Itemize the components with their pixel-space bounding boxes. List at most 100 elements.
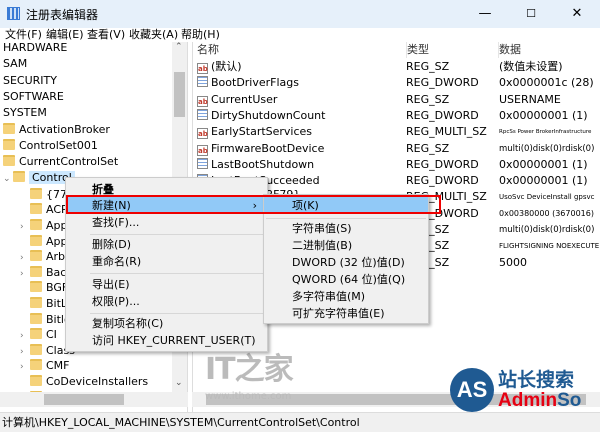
scroll-up-icon[interactable]: ⌃ — [175, 42, 183, 52]
tree-scroll-thumb[interactable] — [174, 72, 185, 117]
column-header-name[interactable]: 名称 — [197, 42, 219, 58]
value-row[interactable]: DirtyShutdownCount REG_DWORD 0x00000001 … — [193, 108, 600, 124]
menu-item-collapse[interactable]: 折叠 — [66, 181, 267, 198]
tree-item-label: CI — [46, 328, 57, 342]
tree-item[interactable]: SOFTWARE — [3, 89, 64, 105]
tree-item[interactable]: ACPI — [20, 202, 71, 218]
submenu-item-key[interactable]: 项(K) — [264, 197, 428, 214]
menu-item-goto-hkcu[interactable]: 访问 HKEY_CURRENT_USER(T) — [66, 332, 267, 349]
tree-item[interactable]: ControlSet001 — [3, 138, 98, 154]
menu-view[interactable]: 查看(V) — [87, 28, 125, 42]
menu-help[interactable]: 帮助(H) — [181, 28, 220, 42]
column-header-data[interactable]: 数据 — [498, 42, 521, 58]
menu-item-rename[interactable]: 重命名(R) — [66, 253, 267, 270]
tree-hscroll-thumb[interactable] — [44, 394, 124, 405]
value-data: FLIGHTSIGNING NOEXECUTE — [499, 242, 600, 251]
new-submenu: 项(K) 字符串值(S) 二进制值(B) DWORD (32 位)值(D) QW… — [263, 194, 429, 324]
string-value-icon: ab — [197, 144, 208, 156]
title-bar: 注册表编辑器 — ☐ ✕ — [0, 0, 600, 28]
expand-chevron-icon[interactable]: › — [20, 266, 30, 282]
value-data: 0x00000001 (1) — [499, 174, 588, 188]
value-type: REG_MULTI_SZ — [406, 125, 487, 139]
minimize-button[interactable]: — — [462, 0, 508, 28]
folder-icon — [30, 374, 42, 386]
value-data: (数值未设置) — [499, 60, 563, 73]
menu-separator — [90, 273, 263, 274]
submenu-item-multi-string[interactable]: 多字符串值(M) — [264, 288, 428, 305]
tree-item-label: CMF — [46, 359, 70, 373]
value-data: 0x00000001 (1) — [499, 108, 588, 122]
window-title: 注册表编辑器 — [26, 8, 99, 22]
column-header-type[interactable]: 类型 — [406, 42, 429, 58]
folder-icon — [30, 343, 42, 355]
submenu-item-dword[interactable]: DWORD (32 位)值(D) — [264, 254, 428, 271]
expand-chevron-icon[interactable]: › — [20, 250, 30, 266]
tree-item-label: HARDWARE — [3, 41, 68, 54]
folder-icon — [30, 265, 42, 277]
tree-item[interactable]: ActivationBroker — [3, 122, 110, 138]
value-data: multi(0)disk(0)rdisk(0) — [499, 143, 595, 154]
folder-icon — [30, 203, 42, 215]
value-row[interactable]: ab EarlyStartServices REG_MULTI_SZ RpcSs … — [193, 124, 600, 140]
adminso-cn: 站长搜索 — [498, 369, 575, 391]
menu-favorites[interactable]: 收藏夹(A) — [129, 28, 178, 42]
tree-item[interactable]: SYSTEM — [3, 105, 47, 121]
menu-item-copy-key-name[interactable]: 复制项名称(C) — [66, 315, 267, 332]
expand-chevron-icon[interactable]: › — [20, 359, 30, 375]
string-value-icon: ab — [197, 128, 208, 140]
ithome-logo: IT之家 — [205, 352, 294, 387]
expand-chevron-icon[interactable]: › — [20, 344, 30, 360]
status-bar: 计算机\HKEY_LOCAL_MACHINE\SYSTEM\CurrentCon… — [0, 412, 600, 432]
tree-item[interactable]: CoDeviceInstallers — [20, 374, 148, 390]
tree-item[interactable]: › CI — [20, 327, 57, 343]
expand-chevron-icon[interactable]: › — [20, 219, 30, 235]
tree-horizontal-scrollbar[interactable] — [0, 392, 188, 407]
tree-item[interactable]: SAM — [3, 56, 27, 72]
menu-bar: 文件(F) 编辑(E) 查看(V) 收藏夹(A) 帮助(H) — [0, 28, 600, 42]
folder-icon — [30, 234, 42, 246]
value-row[interactable]: ab CurrentUser REG_SZ USERNAME — [193, 92, 600, 108]
maximize-button[interactable]: ☐ — [508, 0, 554, 28]
tree-item[interactable]: HARDWARE — [3, 40, 67, 56]
expand-chevron-icon[interactable]: ⌄ — [3, 171, 13, 187]
expand-chevron-icon[interactable]: › — [20, 328, 30, 344]
value-data: 0x0000001c (28) — [499, 76, 594, 90]
context-menu: 折叠 新建(N) › 查找(F)... 删除(D) 重命名(R) 导出(E) 权限… — [65, 177, 268, 352]
menu-item-new[interactable]: 新建(N) › — [66, 197, 267, 214]
value-row[interactable]: LastBootShutdown REG_DWORD 0x00000001 (1… — [193, 157, 600, 173]
value-data: multi(0)disk(0)rdisk(0) — [499, 225, 595, 235]
menu-item-permissions[interactable]: 权限(P)... — [66, 293, 267, 310]
tree-item[interactable]: CurrentControlSet — [3, 154, 118, 170]
value-type: REG_DWORD — [406, 76, 479, 90]
value-row[interactable]: ab FirmwareBootDevice REG_SZ multi(0)disk… — [193, 141, 600, 157]
menu-item-delete[interactable]: 删除(D) — [66, 236, 267, 253]
ithome-watermark: IT之家 www.ithome.com — [205, 352, 294, 403]
tree-item[interactable]: › CMF — [20, 358, 70, 374]
folder-icon — [30, 281, 42, 293]
string-value-icon: ab — [197, 63, 208, 74]
tree-item[interactable]: ⌄ Control — [3, 170, 75, 186]
value-data: 0x00380000 (3670016) — [499, 208, 594, 218]
tree-item-label: SOFTWARE — [3, 89, 64, 103]
value-name: BootDriverFlags — [211, 76, 300, 90]
value-row[interactable]: ab (默认) REG_SZ (数值未设置) — [193, 59, 600, 75]
value-row[interactable]: BootDriverFlags REG_DWORD 0x0000001c (28… — [193, 75, 600, 91]
tree-item[interactable]: SECURITY — [3, 73, 57, 89]
tree-item-label: SYSTEM — [3, 106, 47, 120]
string-value-icon: ab — [197, 95, 208, 107]
folder-icon — [30, 187, 42, 199]
folder-icon — [30, 328, 42, 340]
folder-icon — [30, 359, 42, 371]
submenu-item-string[interactable]: 字符串值(S) — [264, 220, 428, 237]
scroll-down-icon[interactable]: ⌄ — [175, 378, 183, 388]
submenu-item-expandable-string[interactable]: 可扩充字符串值(E) — [264, 305, 428, 322]
menu-item-export[interactable]: 导出(E) — [66, 276, 267, 293]
close-button[interactable]: ✕ — [554, 0, 600, 28]
value-type: REG_DWORD — [406, 157, 479, 171]
folder-icon — [30, 218, 42, 230]
submenu-item-qword[interactable]: QWORD (64 位)值(Q) — [264, 271, 428, 288]
value-name: LastBootShutdown — [211, 157, 315, 171]
menu-item-find[interactable]: 查找(F)... — [66, 214, 267, 231]
submenu-item-binary[interactable]: 二进制值(B) — [264, 237, 428, 254]
tree-item-label: SECURITY — [3, 73, 57, 87]
